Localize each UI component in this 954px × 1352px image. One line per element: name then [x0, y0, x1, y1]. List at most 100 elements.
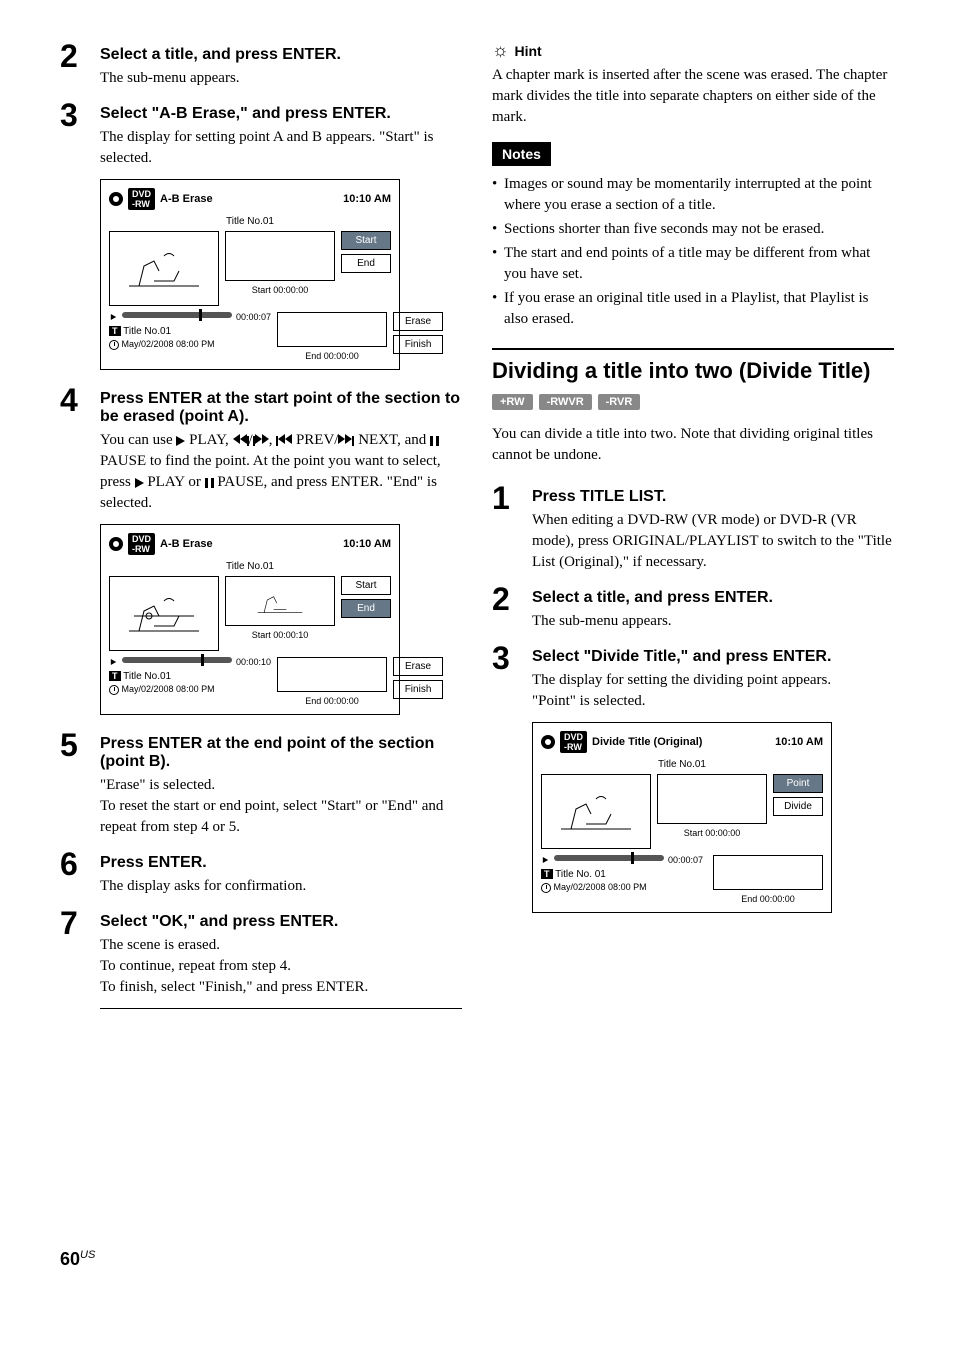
step-text: The sub-menu appears.: [100, 68, 462, 89]
play-icon: [135, 478, 144, 488]
section-divider: [100, 1008, 462, 1009]
title-line: Title No.01: [123, 671, 171, 682]
format-badge-rvr: -RVR: [598, 394, 641, 410]
step-7: 7 Select "OK," and press ENTER. The scen…: [60, 907, 462, 998]
step-title: Select "Divide Title," and press ENTER.: [532, 648, 894, 666]
step-title: Press TITLE LIST.: [532, 488, 894, 506]
preview-end: [713, 855, 823, 890]
clock-icon: [109, 685, 119, 695]
finish-button[interactable]: Finish: [393, 335, 443, 354]
rewind-icon: [233, 430, 247, 451]
screen-title: A-B Erase: [160, 538, 213, 550]
start-button[interactable]: Start: [341, 576, 391, 595]
step-1-divide: 1 Press TITLE LIST. When editing a DVD-R…: [492, 482, 894, 573]
hint-icon: ☼: [492, 40, 509, 61]
preview-end: [277, 312, 387, 347]
timeline: [554, 855, 664, 861]
disc-icon: [541, 735, 555, 749]
format-badge-rw: +RW: [492, 394, 533, 410]
intro-text: You can divide a title into two. Note th…: [492, 424, 894, 466]
finish-button[interactable]: Finish: [393, 680, 443, 699]
thumbnail-a: [109, 576, 219, 651]
step-number: 3: [60, 99, 100, 169]
screen-ab-erase-end: DVD-RW A-B Erase 10:10 AM Title No.01 St…: [100, 524, 400, 715]
date-line: May/02/2008 08:00 PM: [122, 684, 215, 694]
pause-icon: [205, 478, 214, 488]
position-time: 00:00:07: [236, 312, 271, 322]
t-icon: T: [109, 671, 121, 681]
dvd-rw-badge: DVD-RW: [560, 731, 587, 753]
step-text: The display for setting the dividing poi…: [532, 670, 894, 712]
thumbnail-a: [541, 774, 651, 849]
disc-icon: [109, 192, 123, 206]
note-item: Images or sound may be momentarily inter…: [492, 174, 894, 216]
step-title: Press ENTER at the start point of the se…: [100, 390, 462, 426]
step-3-divide: 3 Select "Divide Title," and press ENTER…: [492, 642, 894, 712]
step-number: 1: [492, 482, 532, 573]
clock-icon: [541, 883, 551, 893]
play-indicator-icon: [543, 857, 548, 863]
clock-icon: [109, 340, 119, 350]
notes-badge: Notes: [492, 142, 551, 166]
step-number: 5: [60, 729, 100, 838]
step-text: The display for setting point A and B ap…: [100, 127, 462, 169]
erase-button[interactable]: Erase: [393, 312, 443, 331]
step-3: 3 Select "A-B Erase," and press ENTER. T…: [60, 99, 462, 169]
position-time: 00:00:10: [236, 657, 271, 667]
timeline: [122, 312, 232, 318]
disc-icon: [109, 537, 123, 551]
thumbnail-a: [109, 231, 219, 306]
preview-b: [225, 576, 335, 626]
step-5: 5 Press ENTER at the end point of the se…: [60, 729, 462, 838]
date-line: May/02/2008 08:00 PM: [122, 339, 215, 349]
erase-button[interactable]: Erase: [393, 657, 443, 676]
step-title: Press ENTER at the end point of the sect…: [100, 735, 462, 771]
title-number: Title No.01: [109, 216, 391, 227]
title-number: Title No.01: [109, 561, 391, 572]
note-item: The start and end points of a title may …: [492, 243, 894, 285]
screen-time: 10:10 AM: [343, 538, 391, 550]
section-heading: Dividing a title into two (Divide Title): [492, 348, 894, 384]
preview-b: [657, 774, 767, 824]
screen-time: 10:10 AM: [343, 193, 391, 205]
position-time: 00:00:07: [668, 855, 703, 865]
end-button[interactable]: End: [341, 254, 391, 273]
step-number: 6: [60, 848, 100, 897]
step-number: 4: [60, 384, 100, 514]
step-text: The sub-menu appears.: [532, 611, 894, 632]
step-text: You can use PLAY, /, PREV/ NEXT, and PAU…: [100, 430, 462, 514]
play-indicator-icon: [111, 314, 116, 320]
next-icon: [338, 430, 352, 451]
dvd-rw-badge: DVD-RW: [128, 533, 155, 555]
end-time-label: End 00:00:00: [277, 351, 387, 361]
step-number: 2: [492, 583, 532, 632]
screen-title: A-B Erase: [160, 193, 213, 205]
fastforward-icon: [255, 430, 269, 451]
screen-time: 10:10 AM: [775, 736, 823, 748]
preview-b: [225, 231, 335, 281]
start-button[interactable]: Start: [341, 231, 391, 250]
notes-list: Images or sound may be momentarily inter…: [492, 174, 894, 330]
end-time-label: End 00:00:00: [713, 894, 823, 904]
divide-button[interactable]: Divide: [773, 797, 823, 816]
title-line: Title No. 01: [555, 869, 606, 880]
hint-label: Hint: [515, 43, 542, 59]
timeline: [122, 657, 232, 663]
note-item: If you erase an original title used in a…: [492, 288, 894, 330]
step-title: Select "A-B Erase," and press ENTER.: [100, 105, 462, 123]
step-text: The display asks for confirmation.: [100, 876, 462, 897]
step-number: 3: [492, 642, 532, 712]
step-6: 6 Press ENTER. The display asks for conf…: [60, 848, 462, 897]
start-time-label: Start 00:00:10: [225, 630, 335, 640]
end-button[interactable]: End: [341, 599, 391, 618]
date-line: May/02/2008 08:00 PM: [554, 882, 647, 892]
step-4: 4 Press ENTER at the start point of the …: [60, 384, 462, 514]
format-badge-rwvr: -RWVR: [539, 394, 592, 410]
step-title: Select a title, and press ENTER.: [532, 589, 894, 607]
prev-icon: [278, 430, 292, 451]
point-button[interactable]: Point: [773, 774, 823, 793]
format-badges: +RW -RWVR -RVR: [492, 394, 894, 410]
end-time-label: End 00:00:00: [277, 696, 387, 706]
step-number: 2: [60, 40, 100, 89]
step-2-divide: 2 Select a title, and press ENTER. The s…: [492, 583, 894, 632]
